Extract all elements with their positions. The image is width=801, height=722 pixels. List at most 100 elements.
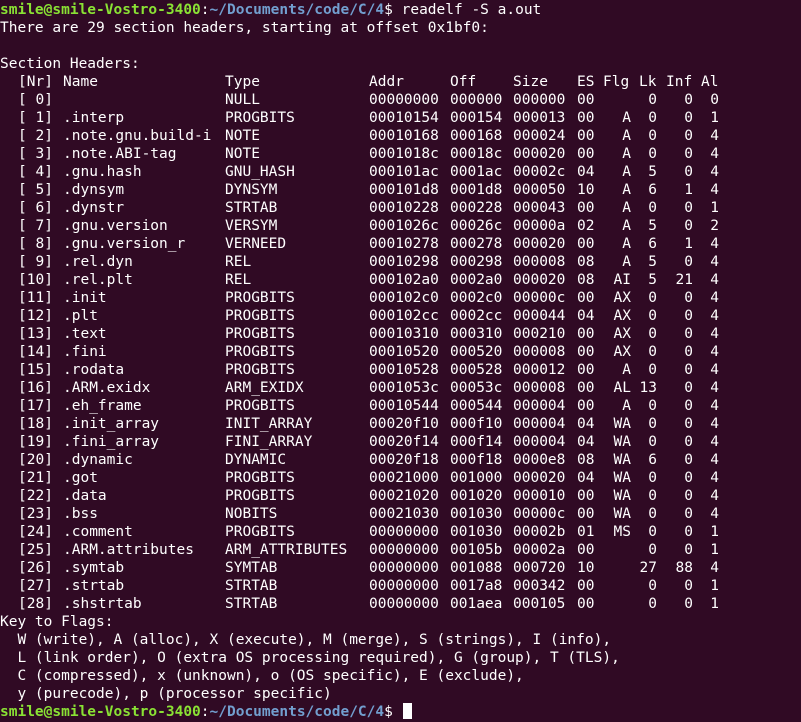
cell-lk: 0 xyxy=(648,200,657,216)
cell-name: .comment xyxy=(63,524,133,540)
cell-type: REL xyxy=(225,272,252,288)
cell-es: 00 xyxy=(577,290,595,306)
column-header-flg: Flg xyxy=(603,74,630,90)
table-row: [24] .comment PROGBITS 00000000 001030 00002b… xyxy=(0,523,801,541)
cell-off: 000298 xyxy=(450,254,503,270)
cell-flg: WA xyxy=(613,488,631,504)
cell-al: 4 xyxy=(710,470,719,486)
prompt-colon: : xyxy=(200,2,210,18)
cell-lk: 0 xyxy=(648,92,657,108)
cell-off: 00105b xyxy=(450,542,503,558)
cell-size: 000008 xyxy=(513,344,566,360)
cell-off: 001aea xyxy=(450,596,503,612)
cell-es: 01 xyxy=(577,524,595,540)
cell-name: .shstrtab xyxy=(63,596,142,612)
cell-flg: A xyxy=(622,200,631,216)
table-row: [26] .symtab SYMTAB 00000000 001088 000720 10 2… xyxy=(0,559,801,577)
cell-al: 0 xyxy=(710,92,719,108)
cell-nr: [ 0] xyxy=(18,92,53,108)
cell-al: 1 xyxy=(710,596,719,612)
cell-lk: 5 xyxy=(648,218,657,234)
cell-inf: 0 xyxy=(684,92,693,108)
cell-es: 04 xyxy=(577,308,595,324)
cell-al: 1 xyxy=(710,578,719,594)
cell-name: .gnu.version_r xyxy=(63,236,186,252)
cell-nr: [ 4] xyxy=(18,164,53,180)
cell-addr: 00000000 xyxy=(369,578,439,594)
cell-al: 4 xyxy=(710,290,719,306)
cell-off: 000f10 xyxy=(450,416,503,432)
cell-nr: [18] xyxy=(18,416,53,432)
table-row: [20] .dynamic DYNAMIC 00020f18 000f18 0000e8 0… xyxy=(0,451,801,469)
cell-flg: WA xyxy=(613,416,631,432)
end-prompt-symbol: $ xyxy=(384,704,402,720)
cell-size: 000105 xyxy=(513,596,566,612)
table-row: [ 3] .note.ABI-tag NOTE 0001018c 00018c 00002… xyxy=(0,145,801,163)
cell-flg: A xyxy=(622,146,631,162)
cell-size: 000720 xyxy=(513,560,566,576)
cell-al: 4 xyxy=(710,560,719,576)
table-row: [22] .data PROGBITS 00021020 001020 000010 00 W… xyxy=(0,487,801,505)
cell-lk: 6 xyxy=(648,452,657,468)
table-row: [ 9] .rel.dyn REL 00010298 000298 000008 08 A 5 0… xyxy=(0,253,801,271)
cell-nr: [24] xyxy=(18,524,53,540)
cell-flg: AX xyxy=(613,326,631,342)
cell-flg: WA xyxy=(613,452,631,468)
cell-flg: AX xyxy=(613,344,631,360)
cell-inf: 0 xyxy=(684,254,693,270)
table-row: [18] .init_array INIT_ARRAY 00020f10 000f10 0… xyxy=(0,415,801,433)
cell-inf: 0 xyxy=(684,146,693,162)
cell-al: 4 xyxy=(710,506,719,522)
column-header-type: Type xyxy=(225,74,260,90)
cell-name: .interp xyxy=(63,110,125,126)
cell-size: 000004 xyxy=(513,434,566,450)
cell-name: .symtab xyxy=(63,560,125,576)
cell-flg: AL xyxy=(613,380,631,396)
cell-size: 000013 xyxy=(513,110,566,126)
table-row: [28] .shstrtab STRTAB 00000000 001aea 000105 0… xyxy=(0,595,801,613)
cell-off: 001020 xyxy=(450,488,503,504)
cell-name: .bss xyxy=(63,506,98,522)
cell-lk: 0 xyxy=(648,416,657,432)
cell-al: 4 xyxy=(710,434,719,450)
cell-name: .strtab xyxy=(63,578,125,594)
cell-addr: 000101ac xyxy=(369,164,439,180)
cell-addr: 00010544 xyxy=(369,398,439,414)
cell-lk: 0 xyxy=(648,596,657,612)
cell-inf: 0 xyxy=(684,398,693,414)
cell-nr: [14] xyxy=(18,344,53,360)
cell-nr: [12] xyxy=(18,308,53,324)
terminal-window[interactable]: smile@smile-Vostro-3400:~/Documents/code… xyxy=(0,0,801,722)
cell-al: 4 xyxy=(710,182,719,198)
cell-addr: 00020f18 xyxy=(369,452,439,468)
cell-size: 000010 xyxy=(513,488,566,504)
cell-addr: 0001053c xyxy=(369,380,439,396)
cell-addr: 00000000 xyxy=(369,542,439,558)
cell-type: PROGBITS xyxy=(225,308,295,324)
cell-nr: [16] xyxy=(18,380,53,396)
column-header-nr: [Nr] xyxy=(18,74,53,90)
cell-off: 000528 xyxy=(450,362,503,378)
table-row: [10] .rel.plt REL 000102a0 0002a0 000020 08 AI 5… xyxy=(0,271,801,289)
cell-es: 04 xyxy=(577,470,595,486)
cell-type: GNU_HASH xyxy=(225,164,295,180)
cell-size: 000050 xyxy=(513,182,566,198)
cell-name: .dynamic xyxy=(63,452,133,468)
cell-off: 001030 xyxy=(450,506,503,522)
table-row: [12] .plt PROGBITS 000102cc 0002cc 000044 04 AX… xyxy=(0,307,801,325)
cell-al: 4 xyxy=(710,398,719,414)
cell-off: 000168 xyxy=(450,128,503,144)
end-prompt-colon: : xyxy=(200,704,210,720)
cell-lk: 6 xyxy=(648,182,657,198)
cell-inf: 0 xyxy=(684,290,693,306)
flags-key: Key to Flags: W (write), A (alloc), X (e… xyxy=(0,613,801,703)
column-header-name: Name xyxy=(63,74,98,90)
cell-name: .got xyxy=(63,470,98,486)
cell-inf: 0 xyxy=(684,200,693,216)
cell-addr: 00010520 xyxy=(369,344,439,360)
cell-name: .rel.plt xyxy=(63,272,133,288)
cell-al: 4 xyxy=(710,488,719,504)
cell-size: 000008 xyxy=(513,380,566,396)
cell-flg: WA xyxy=(613,434,631,450)
end-prompt-line[interactable]: smile@smile-Vostro-3400:~/Documents/code… xyxy=(0,703,801,721)
